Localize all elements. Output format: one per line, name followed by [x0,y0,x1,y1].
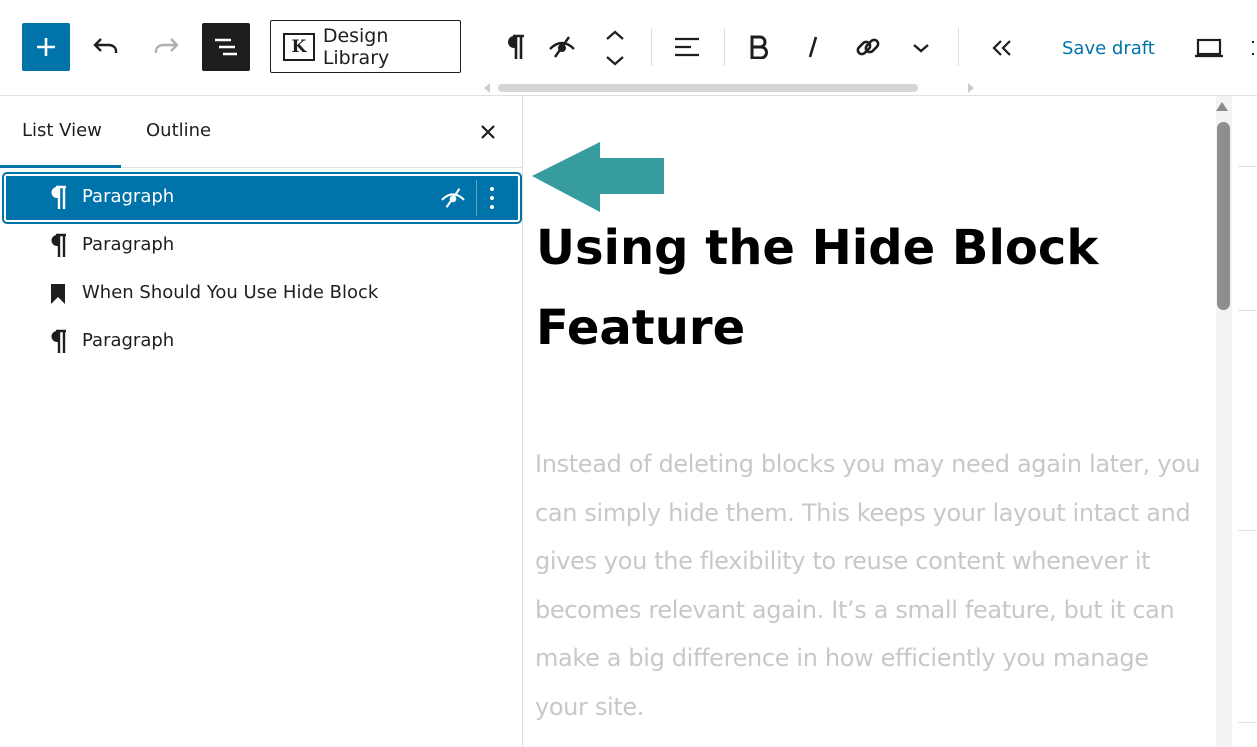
list-item-label: When Should You Use Hide Block [82,282,379,303]
list-item-label: Paragraph [82,234,175,255]
list-item[interactable]: Paragraph [4,318,520,366]
italic-button[interactable] [798,28,828,66]
divider [1238,530,1257,531]
toolbar-scroll-right-icon[interactable] [968,83,974,93]
preview-button[interactable] [1190,30,1228,66]
desktop-preview-icon [1195,38,1223,58]
collapse-toolbar-button[interactable] [984,30,1020,66]
align-icon [675,37,699,57]
top-toolbar: K Design Library Save draft [0,0,1257,96]
more-vertical-icon [489,187,494,209]
add-block-button[interactable] [22,23,70,71]
toolbar-scroll-left-icon[interactable] [484,83,490,93]
design-library-logo-icon: K [283,32,315,61]
undo-icon [93,38,118,53]
divider [1238,310,1257,311]
canvas-scrollbar-thumb[interactable] [1217,122,1230,310]
design-library-label: Design Library [322,24,390,69]
undo-button[interactable] [88,28,124,64]
list-item-label: Paragraph [82,186,175,207]
heading-line: Feature [536,300,746,356]
save-draft-button[interactable]: Save draft [1062,30,1155,66]
list-item[interactable]: Paragraph [4,222,520,270]
link-button[interactable] [850,28,886,66]
list-item-label: Paragraph [82,330,175,351]
close-sidebar-button[interactable] [474,118,502,146]
annotation-arrow-icon [532,142,664,212]
plus-icon [37,38,55,56]
align-button[interactable] [668,28,706,66]
design-library-button[interactable]: K Design Library [270,20,461,73]
list-item-selected[interactable]: Paragraph [4,174,520,222]
divider [1238,722,1257,723]
paragraph-icon [44,328,72,356]
close-icon [481,125,495,139]
list-view-sidebar: List View Outline Paragraph Paragraph Wh… [0,96,523,747]
paragraph-icon [508,34,524,59]
document-overview-button[interactable] [202,23,250,71]
hidden-indicator-icon [438,184,468,212]
editor-canvas: Using the Hide Block Feature Instead of … [524,96,1216,747]
block-options-button[interactable] [476,180,506,216]
link-icon [856,38,880,56]
divider [1238,166,1257,167]
collapse-icon [992,40,1011,56]
hide-icon [549,36,575,58]
list-view-icon [215,38,237,56]
italic-icon [808,36,818,58]
chevron-down-icon [913,44,929,53]
post-heading[interactable]: Using the Hide Block Feature [536,208,1136,368]
hidden-paragraph[interactable]: Instead of deleting blocks you may need … [535,440,1205,732]
bold-icon [750,35,768,59]
bold-button[interactable] [742,28,776,66]
tab-outline[interactable]: Outline [146,120,211,141]
move-block-buttons[interactable] [600,26,630,70]
block-type-button[interactable] [498,28,532,66]
toolbar-separator [651,28,652,66]
heading-line: Using the Hide Block [536,220,1099,276]
hide-block-button[interactable] [544,28,580,66]
paragraph-icon [44,232,72,260]
list-item[interactable]: When Should You Use Hide Block [4,270,520,318]
toolbar-scrollbar[interactable] [498,84,918,92]
bookmark-icon [44,280,72,308]
move-arrows-icon [606,30,624,66]
editor-window: K Design Library Save draft List View Ou… [0,0,1257,747]
more-formatting-button[interactable] [906,32,936,64]
toolbar-separator [724,28,725,66]
overflow-edge-icon [1244,38,1257,58]
redo-button[interactable] [148,28,184,64]
paragraph-icon [44,184,72,212]
redo-icon [154,38,179,53]
sidebar-tabs: List View Outline [0,96,522,168]
tab-list-view[interactable]: List View [22,120,102,141]
scroll-up-icon[interactable] [1216,102,1228,111]
active-tab-indicator [0,165,121,168]
toolbar-separator [958,28,959,66]
settings-sidebar-edge [1232,96,1257,747]
